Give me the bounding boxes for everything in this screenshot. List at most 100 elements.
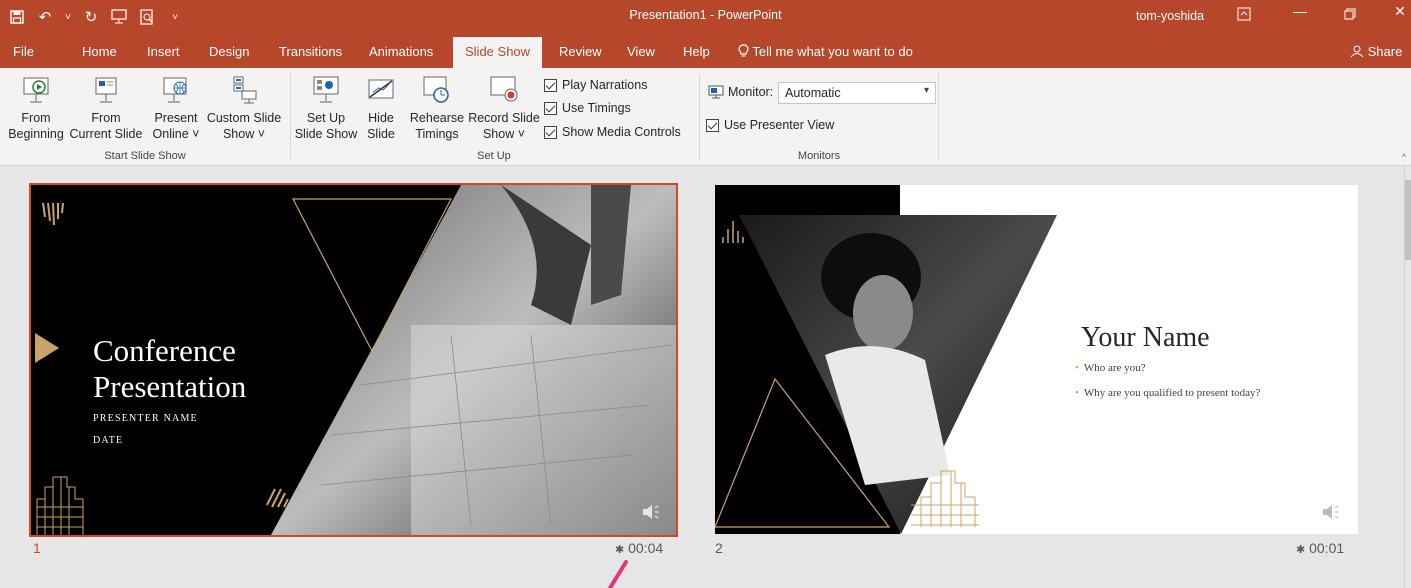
title-bar: ↶ ˅ ↻ ˅ Presentation1 - PowerPoint tom-y… <box>0 0 1411 34</box>
hide-slide-line1: Hide <box>368 111 394 125</box>
checkbox-checked-icon <box>706 118 719 132</box>
powerpoint-window: ↶ ˅ ↻ ˅ Presentation1 - PowerPoint tom-y… <box>0 0 1411 588</box>
rehearse-line1: Rehearse <box>409 111 465 125</box>
slide-1-time-value: 00:04 <box>628 540 664 556</box>
set-up-slide-show-button[interactable]: Set Up Slide Show <box>292 74 360 142</box>
present-online-line2: Online ˅ <box>152 127 200 141</box>
group-separator <box>290 74 291 160</box>
tab-slide-show[interactable]: Slide Show <box>453 37 543 68</box>
custom-show-line1: Custom Slide <box>206 111 282 125</box>
bullet-icon: • <box>1075 387 1079 399</box>
user-name[interactable]: tom-yoshida <box>1136 9 1204 23</box>
tab-review[interactable]: Review <box>559 44 602 59</box>
chevron-down-icon: ▾ <box>923 85 929 96</box>
slide-2-name: Your Name <box>1081 322 1210 353</box>
hide-slide-line2: Slide <box>367 127 395 141</box>
from-current-slide-button[interactable]: From Current Slide <box>66 74 146 142</box>
custom-slide-show-button[interactable]: Custom Slide Show ˅ <box>202 74 286 142</box>
bullet-icon: • <box>1075 362 1079 374</box>
checkbox-checked-icon <box>544 125 557 139</box>
collapse-ribbon-icon[interactable]: ^ <box>1402 152 1406 162</box>
slide-2-bullet-1-text: Who are you? <box>1083 362 1146 374</box>
minimize-icon[interactable]: — <box>1286 3 1314 19</box>
set-up-group-label: Set Up <box>477 150 511 162</box>
slide-2-bullet-2-text: Why are you qualified to present today? <box>1083 387 1261 399</box>
tab-home[interactable]: Home <box>82 44 117 59</box>
custom-show-icon <box>233 76 257 104</box>
monitor-icon <box>708 85 724 99</box>
slide-thumbnail-2[interactable]: Your Name • Who are you? • Why are you qua… <box>715 185 1358 534</box>
rehearse-timings-icon <box>423 76 449 103</box>
slide-2-bullet-1: • Who are you? <box>1075 362 1146 374</box>
from-current-line1: From <box>91 111 121 125</box>
tell-me-label: Tell me what you want to do <box>752 44 913 59</box>
from-beginning-line1: From <box>21 111 51 125</box>
tab-view[interactable]: View <box>627 44 655 59</box>
hide-slide-icon <box>368 79 394 99</box>
from-current-line2: Current Slide <box>69 127 143 141</box>
group-separator <box>699 74 700 160</box>
monitor-label-text: Monitor: <box>728 85 774 99</box>
tab-help[interactable]: Help <box>683 44 710 59</box>
tab-transitions[interactable]: Transitions <box>279 44 342 59</box>
ribbon-slide-show: From Beginning From Current Slide Presen… <box>0 68 1411 166</box>
scrollbar-thumb[interactable] <box>1405 180 1411 260</box>
slide-2-time-value: 00:01 <box>1309 540 1345 556</box>
from-beginning-line2: Beginning <box>8 127 64 141</box>
ribbon-tabs: File Home Insert Design Transitions Anim… <box>0 34 1411 68</box>
close-icon[interactable]: ✕ <box>1386 3 1411 20</box>
start-slide-show-group-label: Start Slide Show <box>104 150 186 162</box>
record-slide-show-button[interactable]: Record Slide Show ˅ <box>466 74 542 142</box>
restore-icon[interactable] <box>1336 3 1364 23</box>
from-beginning-button[interactable]: From Beginning <box>4 74 68 142</box>
monitor-label: Monitor: <box>708 85 773 99</box>
speaker-icon <box>643 505 659 519</box>
checkbox-checked-icon <box>544 101 557 115</box>
play-narrations-checkbox[interactable]: Play Narrations <box>544 78 647 92</box>
projector-current-icon <box>95 77 117 103</box>
use-timings-label: Use Timings <box>562 101 631 115</box>
tab-animations[interactable]: Animations <box>369 44 433 59</box>
use-timings-checkbox[interactable]: Use Timings <box>544 101 631 115</box>
slide-1-presenter: PRESENTER NAME <box>93 413 198 424</box>
setup-show-line2: Slide Show <box>294 127 358 141</box>
record-line1: Record Slide <box>468 111 540 125</box>
slide-1-timing: ✱ 00:04 <box>615 540 663 556</box>
present-online-icon <box>163 77 187 103</box>
setup-show-line1: Set Up <box>306 111 346 125</box>
ribbon-display-options-icon[interactable] <box>1230 3 1258 24</box>
slide-2-number: 2 <box>715 540 723 556</box>
show-media-controls-checkbox[interactable]: Show Media Controls <box>544 125 681 139</box>
present-online-button[interactable]: Present Online ˅ <box>148 74 204 142</box>
rehearse-line2: Timings <box>415 127 459 141</box>
slide-1-title-line1: Conference <box>93 333 236 368</box>
projector-play-icon <box>23 77 49 103</box>
share-button[interactable]: Share <box>1350 44 1402 59</box>
play-narrations-label: Play Narrations <box>562 78 648 92</box>
transition-star-icon: ✱ <box>1296 544 1306 556</box>
show-media-label: Show Media Controls <box>562 125 681 139</box>
setup-show-icon <box>313 76 339 103</box>
record-icon <box>490 76 518 102</box>
rehearse-timings-button[interactable]: Rehearse Timings <box>408 74 466 142</box>
checkbox-checked-icon <box>544 78 557 92</box>
speaker-icon <box>1323 505 1339 519</box>
slide-1-title-line2: Presentation <box>93 369 247 404</box>
group-separator <box>938 74 939 160</box>
person-icon <box>1350 44 1368 59</box>
slide-1-number: 1 <box>33 540 41 556</box>
custom-show-line2: Show ˅ <box>222 127 266 141</box>
transition-star-icon: ✱ <box>615 544 625 556</box>
tab-file[interactable]: File <box>13 44 34 59</box>
use-presenter-view-checkbox[interactable]: Use Presenter View <box>706 118 834 132</box>
tab-design[interactable]: Design <box>209 44 249 59</box>
tell-me-search[interactable]: Tell me what you want to do <box>738 44 913 59</box>
annotation-stroke <box>608 560 628 588</box>
slide-1-date: DATE <box>93 435 124 446</box>
hide-slide-button[interactable]: Hide Slide <box>360 74 402 142</box>
record-line2: Show ˅ <box>482 127 526 141</box>
monitors-group-label: Monitors <box>797 150 841 162</box>
monitor-dropdown[interactable]: Automatic ▾ <box>778 82 936 104</box>
tab-insert[interactable]: Insert <box>147 44 180 59</box>
slide-thumbnail-1[interactable]: Conference Presentation PRESENTER NAME D… <box>29 183 678 537</box>
